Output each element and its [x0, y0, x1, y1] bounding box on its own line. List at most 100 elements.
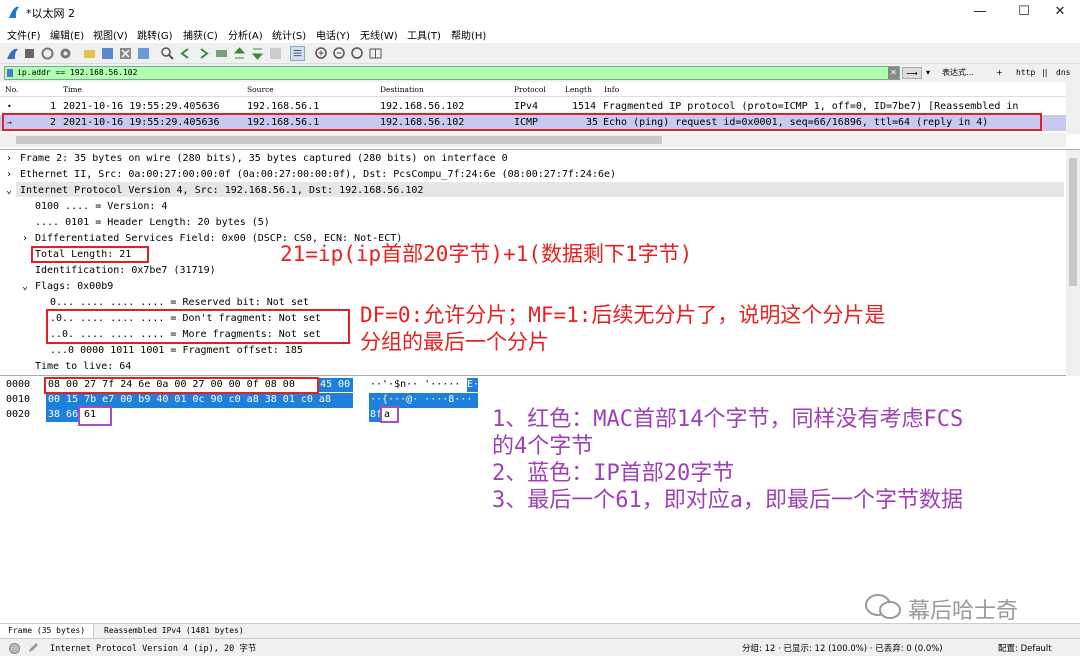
expand-arrow-icon[interactable]: › [6, 169, 12, 180]
collapse-arrow-icon[interactable]: ⌄ [6, 185, 12, 196]
tree-item-version[interactable]: 0100 .... = Version: 4 [35, 201, 167, 212]
menu-edit[interactable]: 编辑(E) [50, 27, 84, 42]
status-field-info: Internet Protocol Version 4 (ip), 20 字节 [50, 644, 257, 654]
zoom-out-icon[interactable] [332, 46, 347, 61]
annotation-bytes-note-4: 3、最后一个61，即对应a，即最后一个字节数据 [492, 488, 963, 513]
menu-statistics[interactable]: 统计(S) [272, 27, 306, 42]
menu-telephony[interactable]: 电话(Y) [316, 27, 350, 42]
column-no[interactable]: No. [5, 85, 18, 94]
tab-reassembled[interactable]: Reassembled IPv4 (1481 bytes) [104, 626, 244, 635]
column-time[interactable]: Time [63, 85, 82, 94]
maximize-button[interactable]: ☐ [1004, 0, 1044, 24]
tree-item-header-length[interactable]: .... 0101 = Header Length: 20 bytes (5) [35, 217, 270, 228]
annotation-total-length-text: 21=ip(ip首部20字节)+1(数据剩下1字节) [280, 242, 693, 266]
column-source[interactable]: Source [247, 85, 274, 94]
clear-filter-icon[interactable]: ✕ [888, 67, 899, 79]
wireshark-fin-icon [9, 6, 19, 18]
packet-list-hscrollbar[interactable] [0, 133, 1066, 147]
expression-button[interactable]: 表达式… [942, 67, 974, 79]
go-to-packet-icon[interactable] [214, 46, 229, 61]
menu-go[interactable]: 跳转(G) [137, 27, 173, 42]
find-packet-icon[interactable] [160, 46, 175, 61]
menu-view[interactable]: 视图(V) [93, 27, 128, 42]
normal-size-icon[interactable] [350, 46, 365, 61]
annotation-last-byte-box [78, 406, 112, 426]
add-filter-button[interactable]: + [996, 67, 1003, 79]
filter-dropdown-icon[interactable]: ▾ [926, 67, 930, 79]
tree-item-fragment-offset[interactable]: ...0 0000 1011 1001 = Fragment offset: 1… [50, 345, 303, 356]
colorize-icon[interactable] [290, 46, 305, 61]
column-length[interactable]: Length [565, 85, 592, 94]
byte-offset: 0020 [6, 409, 31, 420]
hex-ip-bytes[interactable]: 45 00 [320, 379, 350, 390]
title-bar: *以太网 2 — ☐ ✕ [0, 0, 1080, 24]
annotation-flags-text-1: DF=0:允许分片；MF=1:后续无分片了，说明这个分片是 [360, 303, 886, 327]
details-vscrollbar[interactable] [1066, 150, 1080, 376]
resize-columns-icon[interactable] [368, 46, 383, 61]
hscroll-thumb[interactable] [16, 136, 662, 144]
save-file-icon[interactable] [100, 46, 115, 61]
last-packet-icon[interactable] [250, 46, 265, 61]
packet-list-vscrollbar[interactable] [1066, 82, 1080, 134]
hex-ip-bytes[interactable]: 38 66 [48, 409, 78, 420]
close-button[interactable]: ✕ [1040, 0, 1080, 24]
expand-arrow-icon[interactable]: › [22, 233, 28, 244]
tree-item-reserved-bit[interactable]: 0... .... .... .... = Reserved bit: Not … [50, 297, 309, 308]
menu-capture[interactable]: 捕获(C) [183, 27, 218, 42]
menu-help[interactable]: 帮助(H) [451, 27, 486, 42]
filter-button-separator: || [1042, 68, 1048, 77]
first-packet-icon[interactable] [232, 46, 247, 61]
bytes-tabs: Frame (35 bytes) Reassembled IPv4 (1481 … [0, 623, 1080, 638]
status-bar: Internet Protocol Version 4 (ip), 20 字节 … [0, 638, 1080, 656]
vscroll-thumb[interactable] [1069, 158, 1077, 286]
reload-icon[interactable] [136, 46, 151, 61]
display-filter-input[interactable]: ip.addr == 192.168.56.102 [4, 66, 900, 80]
packet-bytes: 0000 0010 0020 08 00 27 7f 24 6e 0a 00 2… [0, 377, 1080, 624]
zoom-in-icon[interactable] [314, 46, 329, 61]
auto-scroll-icon[interactable] [268, 46, 283, 61]
collapse-arrow-icon[interactable]: ⌄ [22, 281, 28, 292]
tree-item-frame[interactable]: Frame 2: 35 bytes on wire (280 bits), 35… [20, 153, 508, 164]
tab-frame[interactable]: Frame (35 bytes) [0, 624, 95, 638]
expand-arrow-icon[interactable]: › [6, 153, 12, 164]
ascii-text[interactable]: ··'·$n·· '····· [370, 379, 460, 390]
column-info[interactable]: Info [604, 85, 619, 94]
ascii-text[interactable]: E· [467, 379, 479, 390]
filter-button-dns[interactable]: dns [1056, 67, 1070, 79]
minimize-button[interactable]: — [960, 0, 1000, 24]
tree-item-ipv4[interactable]: Internet Protocol Version 4, Src: 192.16… [20, 185, 423, 196]
edit-comment-icon[interactable] [27, 642, 39, 654]
close-file-icon[interactable] [118, 46, 133, 61]
menu-wireless[interactable]: 无线(W) [360, 27, 398, 42]
status-profile[interactable]: 配置: Default [998, 642, 1052, 654]
hex-ip-bytes[interactable]: 00 15 7b e7 00 b9 40 01 0c 90 c0 a8 38 0… [48, 394, 331, 405]
capture-options-icon[interactable] [58, 46, 73, 61]
apply-filter-icon[interactable]: ⟶ [902, 67, 922, 79]
annotation-row-box [2, 113, 1042, 131]
expert-info-icon[interactable] [9, 643, 20, 654]
start-capture-icon[interactable] [5, 46, 20, 61]
packet-details: › Frame 2: 35 bytes on wire (280 bits), … [0, 150, 1080, 376]
packet-length: 1514 [572, 101, 597, 112]
column-destination[interactable]: Destination [380, 85, 424, 94]
tree-item-ttl[interactable]: Time to live: 64 [35, 361, 131, 372]
go-forward-icon[interactable] [196, 46, 211, 61]
column-protocol[interactable]: Protocol [514, 85, 546, 94]
ascii-text[interactable]: ··{···@· ····8··· [370, 394, 472, 405]
tree-item-flags[interactable]: Flags: 0x00b9 [35, 281, 113, 292]
annotation-flags-text-2: 分组的最后一个分片 [360, 330, 549, 354]
packet-protocol: IPv4 [514, 101, 539, 112]
tree-item-ethernet[interactable]: Ethernet II, Src: 0a:00:27:00:00:0f (0a:… [20, 169, 616, 180]
bookmark-icon[interactable] [7, 69, 13, 77]
packet-time: 2021-10-16 19:55:29.405636 [63, 101, 220, 112]
go-back-icon[interactable] [178, 46, 193, 61]
menu-analyze[interactable]: 分析(A) [228, 27, 263, 42]
menu-file[interactable]: 文件(F) [7, 27, 41, 42]
open-file-icon[interactable] [82, 46, 97, 61]
tree-item-identification[interactable]: Identification: 0x7be7 (31719) [35, 265, 216, 276]
menu-tools[interactable]: 工具(T) [407, 27, 441, 42]
row-marker-icon: • [7, 102, 12, 111]
restart-capture-icon[interactable] [40, 46, 55, 61]
stop-capture-icon[interactable] [22, 46, 37, 61]
filter-button-http[interactable]: http [1016, 67, 1035, 79]
